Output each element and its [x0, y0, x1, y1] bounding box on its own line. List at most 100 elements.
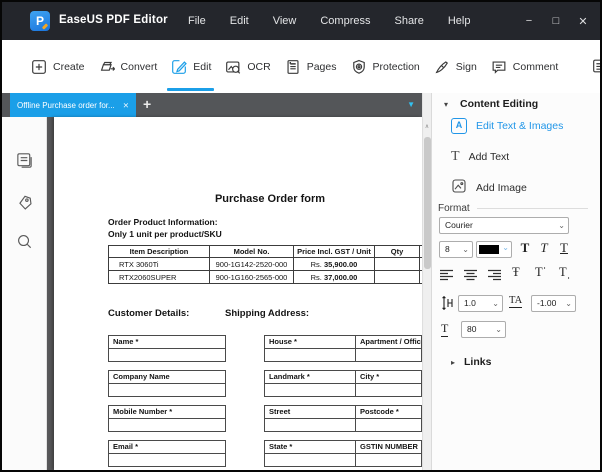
font-family-select[interactable]: Courier ⌄ — [439, 217, 569, 234]
bold-button[interactable]: T — [517, 240, 533, 256]
add-text-item[interactable]: T Add Text — [451, 150, 509, 164]
links-section-header[interactable]: ▸ Links — [451, 356, 491, 368]
edit-pencil-icon — [170, 58, 188, 76]
table-row: RTX2060SUPER 900-1G160-2565-000 Rs. 37,0… — [109, 271, 423, 284]
app-window: P EaseUS PDF Editor File Edit View Compr… — [0, 0, 602, 472]
maximize-icon[interactable]: □ — [549, 15, 563, 27]
field-input[interactable] — [265, 419, 356, 431]
field-input[interactable] — [356, 384, 421, 396]
align-right-button[interactable] — [487, 267, 505, 283]
character-spacing-select[interactable]: -1.00 ⌄ — [531, 295, 576, 312]
form-field-mobile: Mobile Number * — [108, 405, 226, 432]
collapse-caret-icon[interactable]: ▾ — [444, 100, 448, 109]
plus-square-icon — [30, 58, 48, 76]
field-input[interactable] — [356, 454, 421, 466]
new-tab-button[interactable]: + — [143, 96, 151, 112]
tag-bookmark-icon[interactable] — [15, 193, 34, 217]
comment-button[interactable]: Comment — [490, 58, 559, 76]
doc-title: Purchase Order form — [150, 193, 390, 205]
horizontal-scale-select[interactable]: 80 ⌄ — [461, 321, 506, 338]
tab-list-dropdown-icon[interactable]: ▼ — [407, 100, 415, 109]
form-field-name: Name * — [108, 335, 226, 362]
edit-text-images-item[interactable]: A Edit Text & Images — [451, 118, 563, 134]
doc-info-line: Order Product Information: — [108, 217, 218, 227]
sign-button[interactable]: Sign — [433, 58, 477, 76]
product-table: Item Description Model No. Price Incl. G… — [108, 245, 422, 284]
app-logo-icon: P — [30, 11, 50, 31]
field-input[interactable] — [109, 419, 225, 431]
chevron-down-icon: ⌄ — [495, 322, 502, 337]
protection-button[interactable]: Protection — [350, 58, 420, 76]
window-controls: − □ ✕ — [522, 2, 590, 40]
field-input[interactable] — [356, 349, 421, 361]
tab-bar: Offline Purchase order for... ✕ + ▼ — [2, 93, 422, 117]
menu-share[interactable]: Share — [394, 15, 423, 27]
line-spacing-icon — [440, 295, 456, 314]
font-color-select[interactable]: ⌄ — [476, 241, 512, 258]
menu-compress[interactable]: Compress — [320, 15, 370, 27]
field-input[interactable] — [109, 349, 225, 361]
convert-button[interactable]: Convert — [98, 58, 158, 76]
table-header-row: Item Description Model No. Price Incl. G… — [109, 246, 423, 258]
menu-edit[interactable]: Edit — [230, 15, 249, 27]
protection-shield-icon — [350, 58, 368, 76]
format-section-header: Format — [438, 203, 588, 214]
subscript-button[interactable]: Tˌ — [559, 265, 571, 280]
form-field-house-apartment: House * Apartment / Office — [264, 335, 422, 362]
field-input[interactable] — [265, 454, 356, 466]
horizontal-scale-icon: T — [441, 321, 448, 337]
forms-button-partial[interactable] — [591, 57, 600, 75]
tab-close-icon[interactable]: ✕ — [123, 101, 129, 110]
menu-help[interactable]: Help — [448, 15, 471, 27]
add-text-icon: T — [451, 150, 460, 164]
menu-file[interactable]: File — [188, 15, 206, 27]
italic-button[interactable]: T — [536, 240, 552, 256]
search-icon[interactable] — [15, 232, 34, 256]
menu-bar: File Edit View Compress Share Help — [188, 2, 470, 40]
menu-view[interactable]: View — [273, 15, 297, 27]
form-field-state-gstin: State * GSTIN NUMBER — [264, 440, 422, 467]
main-toolbar: Create Convert Edit OC — [2, 40, 600, 93]
field-input[interactable] — [109, 384, 225, 396]
add-image-item[interactable]: Add Image — [451, 178, 527, 197]
title-bar: P EaseUS PDF Editor File Edit View Compr… — [2, 2, 600, 40]
content-editing-panel: ▾ Content Editing A Edit Text & Images T… — [431, 93, 600, 470]
underline-button[interactable]: T — [556, 240, 572, 256]
font-size-select[interactable]: 8 ⌄ — [439, 241, 473, 258]
comment-bubble-icon — [490, 58, 508, 76]
align-left-button[interactable] — [439, 267, 457, 283]
content-editing-header[interactable]: Content Editing — [460, 98, 538, 110]
superscript-button[interactable]: Tˈ — [535, 265, 547, 280]
pages-button[interactable]: Pages — [284, 58, 337, 76]
form-field-landmark-city: Landmark * City * — [264, 370, 422, 397]
strikethrough-button[interactable]: Ŧ — [512, 265, 520, 280]
field-input[interactable] — [109, 454, 225, 466]
color-swatch — [479, 245, 499, 254]
field-input[interactable] — [265, 384, 356, 396]
ocr-image-magnifier-icon — [224, 58, 242, 76]
forms-icon — [591, 57, 600, 75]
pages-document-icon — [284, 58, 302, 76]
doc-info-line: Only 1 unit per product/SKU — [108, 229, 222, 239]
minimize-icon[interactable]: − — [522, 15, 536, 27]
close-icon[interactable]: ✕ — [576, 15, 590, 28]
table-row: RTX 3060Ti 900-1G142-2520-000 Rs. 35,900… — [109, 258, 423, 271]
align-center-button[interactable] — [463, 267, 481, 283]
field-input[interactable] — [265, 349, 356, 361]
tab-offline-purchase-order[interactable]: Offline Purchase order for... ✕ — [10, 93, 136, 117]
line-spacing-select[interactable]: 1.0 ⌄ — [458, 295, 503, 312]
edit-button[interactable]: Edit — [170, 58, 211, 76]
chevron-down-icon: ⌄ — [502, 243, 509, 252]
form-field-street-postcode: Street Postcode * — [264, 405, 422, 432]
ocr-button[interactable]: OCR — [224, 58, 270, 76]
app-title: EaseUS PDF Editor — [59, 14, 168, 26]
form-field-company: Company Name — [108, 370, 226, 397]
customer-details-heading: Customer Details: — [108, 308, 189, 319]
field-input[interactable] — [356, 419, 421, 431]
create-button[interactable]: Create — [30, 58, 85, 76]
edit-text-icon: A — [451, 118, 467, 134]
expand-caret-icon: ▸ — [451, 358, 455, 367]
page-thumbnails-icon[interactable] — [15, 151, 34, 175]
shipping-address-heading: Shipping Address: — [225, 308, 309, 319]
pdf-page[interactable]: Purchase Order form Order Product Inform… — [54, 117, 422, 470]
